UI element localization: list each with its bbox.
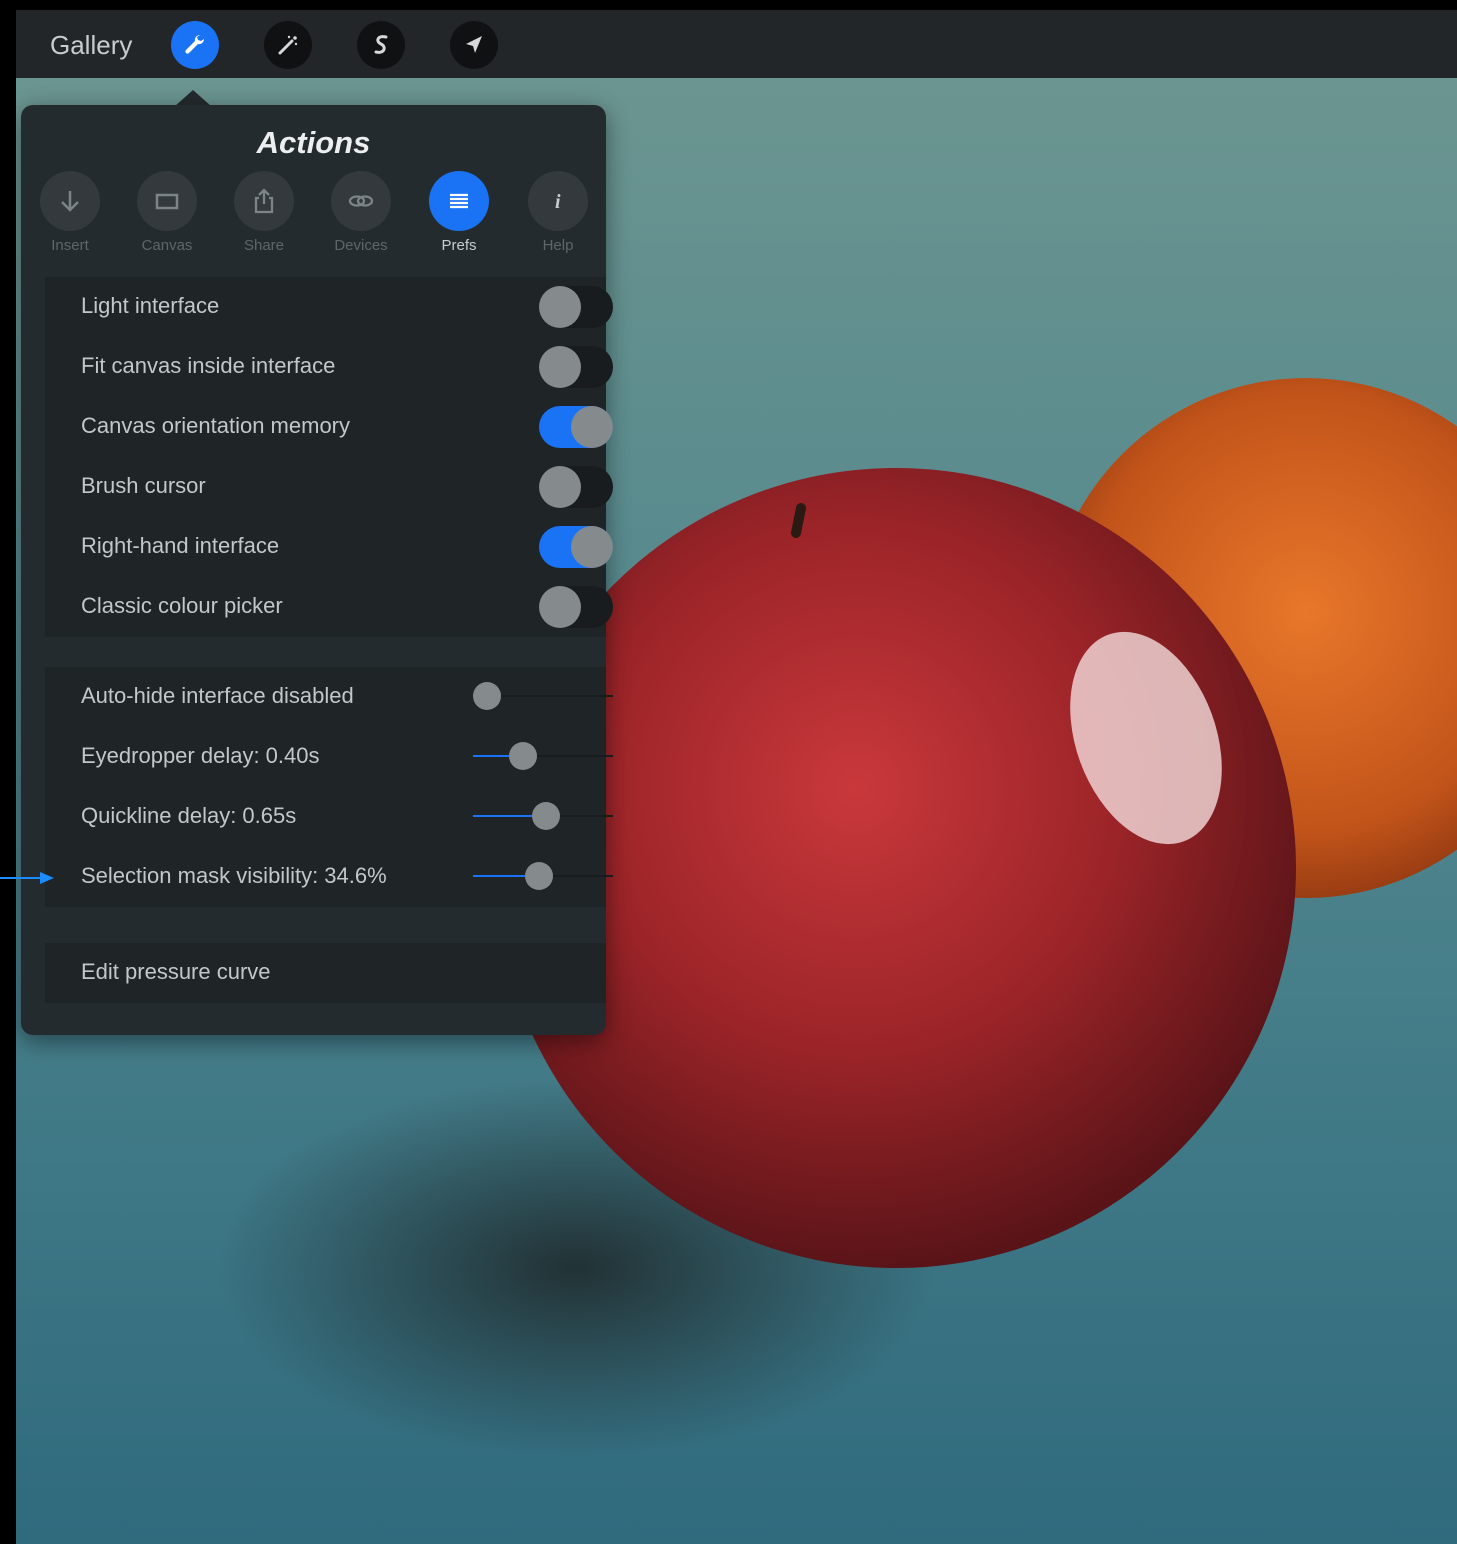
pref-row-light-interface: Light interface	[45, 277, 613, 337]
annotation-arrow-icon	[0, 872, 54, 884]
tab-label: Devices	[334, 237, 388, 254]
pref-label: Brush cursor	[81, 473, 206, 498]
pref-row-orientation-memory: Canvas orientation memory	[45, 397, 613, 457]
apple	[496, 468, 1296, 1268]
pref-row-mask-visibility: Selection mask visibility: 34.6%	[45, 847, 613, 907]
gallery-button[interactable]: Gallery	[50, 30, 132, 61]
pref-label: Canvas orientation memory	[81, 413, 351, 438]
pref-label: Light interface	[81, 293, 220, 318]
slider-thumb[interactable]	[509, 742, 538, 770]
tab-label: Canvas	[141, 237, 193, 254]
apple-stem	[791, 503, 806, 538]
pref-label: Edit pressure curve	[81, 959, 271, 984]
pref-label: Classic colour picker	[81, 593, 283, 618]
tab-insert[interactable]: Insert	[37, 171, 103, 254]
slider-thumb[interactable]	[531, 802, 560, 830]
tab-label: Share	[243, 237, 285, 254]
rectangle-icon	[155, 193, 179, 210]
pref-row-quickline: Quickline delay: 0.65s	[45, 787, 613, 847]
slider-thumb[interactable]	[524, 862, 553, 890]
pref-row-fit-canvas: Fit canvas inside interface	[45, 337, 613, 397]
slider-settings-section: Auto-hide interface disabled Eyedropper …	[45, 667, 613, 907]
pref-label: Right-hand interface	[81, 533, 280, 558]
tab-canvas[interactable]: Canvas	[134, 171, 200, 254]
tab-label: Help	[542, 237, 574, 254]
pref-label: Eyedropper delay: 0.40s	[81, 743, 320, 768]
tab-label: Prefs	[441, 237, 477, 254]
list-icon	[450, 193, 468, 209]
selection-tool-button[interactable]	[357, 21, 405, 69]
orientation-memory-toggle[interactable]	[539, 406, 613, 448]
pref-row-right-hand: Right-hand interface	[45, 517, 613, 577]
right-hand-toggle[interactable]	[539, 526, 613, 568]
pref-row-auto-hide: Auto-hide interface disabled	[45, 667, 613, 727]
tab-share[interactable]: Share	[231, 171, 297, 254]
mask-visibility-slider[interactable]	[473, 862, 613, 890]
pref-label: Selection mask visibility: 34.6%	[81, 863, 387, 888]
wrench-icon	[185, 34, 205, 54]
pref-row-brush-cursor: Brush cursor	[45, 457, 613, 517]
popover-arrow	[175, 90, 211, 106]
selection-s-icon	[374, 35, 388, 54]
toggle-settings-section: Light interface Fit canvas inside interf…	[45, 277, 613, 637]
tab-label: Insert	[51, 237, 89, 254]
pref-row-eyedropper: Eyedropper delay: 0.40s	[45, 727, 613, 787]
adjustments-tool-button[interactable]	[264, 21, 312, 69]
magic-wand-icon	[278, 35, 298, 55]
light-interface-toggle[interactable]	[539, 286, 613, 328]
actions-panel: Actions Insert Canvas Share Devices Pref…	[21, 105, 613, 1035]
fit-canvas-toggle[interactable]	[539, 346, 613, 388]
brush-cursor-toggle[interactable]	[539, 466, 613, 508]
link-icon	[348, 195, 374, 207]
pref-label: Quickline delay: 0.65s	[81, 803, 297, 828]
eyedropper-delay-slider[interactable]	[473, 742, 613, 770]
arrow-cursor-icon	[466, 36, 482, 53]
down-arrow-icon	[61, 191, 79, 212]
tab-devices[interactable]: Devices	[328, 171, 394, 254]
slider-thumb[interactable]	[473, 682, 501, 710]
tab-help[interactable]: i Help	[525, 171, 591, 254]
info-icon: i	[555, 191, 561, 213]
top-toolbar: Gallery	[16, 10, 1457, 78]
pref-label: Fit canvas inside interface	[81, 353, 336, 378]
auto-hide-slider[interactable]	[473, 682, 613, 710]
edit-pressure-curve-button[interactable]: Edit pressure curve	[45, 943, 606, 1003]
quickline-delay-slider[interactable]	[473, 802, 613, 830]
share-icon	[254, 188, 274, 214]
svg-text:i: i	[555, 191, 561, 213]
pref-label: Auto-hide interface disabled	[81, 683, 354, 708]
tab-prefs[interactable]: Prefs	[426, 171, 492, 254]
classic-picker-toggle[interactable]	[539, 586, 613, 628]
actions-tool-button[interactable]	[171, 21, 219, 69]
pref-row-classic-picker: Classic colour picker	[45, 577, 613, 637]
transform-tool-button[interactable]	[450, 21, 498, 69]
panel-title: Actions	[256, 125, 371, 160]
pressure-curve-section: Edit pressure curve	[45, 943, 606, 1003]
